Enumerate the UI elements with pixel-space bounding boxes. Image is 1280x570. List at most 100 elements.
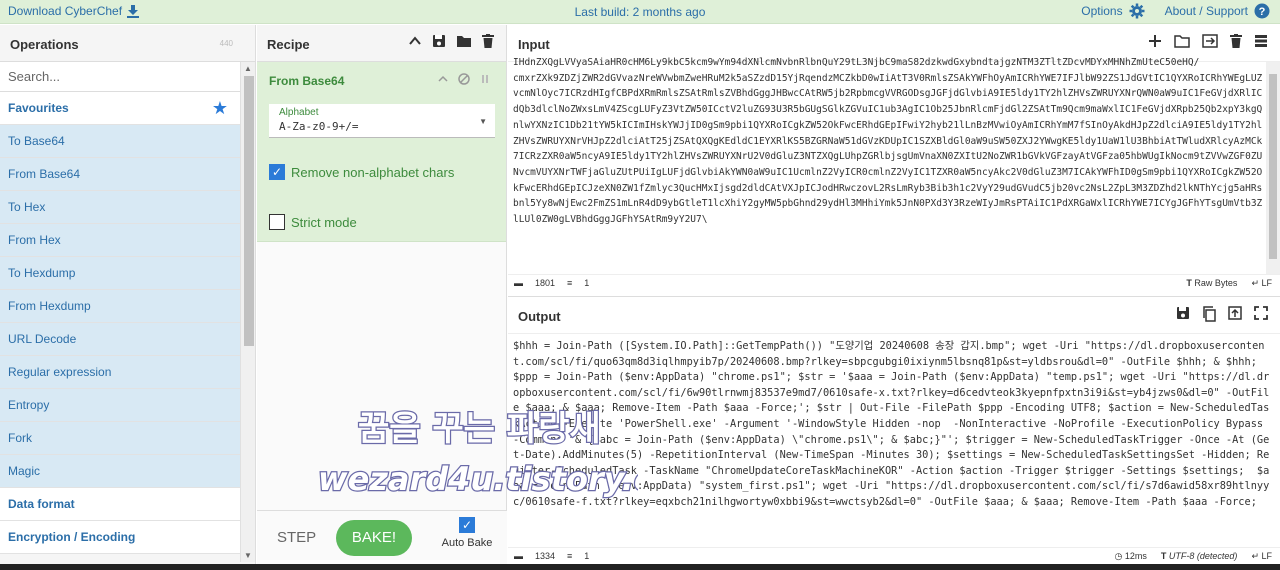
operation-item[interactable]: From Hexdump: [0, 290, 240, 323]
operation-item[interactable]: To Hexdump: [0, 257, 240, 290]
output-eol-label[interactable]: LF: [1261, 551, 1272, 561]
folder-icon[interactable]: [456, 34, 472, 48]
input-length: 1801: [535, 278, 556, 288]
operations-scrollbar[interactable]: ▲ ▼: [240, 62, 255, 562]
input-panel: Input IHdnZXQgLVVyaSAiaHR0cHM6Ly9kbC5kcm…: [508, 25, 1280, 293]
download-label[interactable]: Download CyberChef: [8, 4, 122, 18]
operation-label: Fork: [8, 431, 32, 445]
output-lines: 1: [584, 551, 590, 561]
operation-item[interactable]: From Base64: [0, 158, 240, 191]
collapse-icon[interactable]: [438, 73, 448, 88]
operation-label: From Hex: [8, 233, 61, 247]
reset-layout-icon[interactable]: [1254, 34, 1268, 51]
input-textarea[interactable]: IHdnZXQgLVVyaSAiaHR0cHM6Ly9kbC5kcm9wYm94…: [513, 55, 1265, 271]
maximize-icon[interactable]: [1254, 306, 1268, 325]
step-button[interactable]: STEP: [277, 529, 316, 546]
input-lines-icon: ≡: [567, 278, 573, 288]
auto-bake-toggle[interactable]: ✓ Auto Bake: [437, 517, 497, 549]
output-textarea[interactable]: $hhh = Join-Path ([System.IO.Path]::GetT…: [513, 339, 1273, 544]
auto-bake-checkbox-icon[interactable]: ✓: [459, 517, 475, 533]
category-item[interactable]: Encryption / Encoding: [0, 521, 240, 554]
save-output-icon[interactable]: [1176, 306, 1190, 325]
operation-label: To Hex: [8, 200, 46, 214]
replace-input-icon[interactable]: [1228, 306, 1242, 325]
add-tab-icon[interactable]: [1148, 34, 1162, 51]
input-eol-selector[interactable]: ↵ LF: [1251, 278, 1272, 289]
pause-icon[interactable]: [480, 73, 490, 88]
output-length-icon: ▬: [514, 551, 523, 561]
strict-mode-checkbox[interactable]: Strict mode: [269, 210, 494, 234]
operation-label: Regular expression: [8, 365, 112, 379]
input-scrollbar[interactable]: [1266, 62, 1280, 275]
alphabet-label: Alphabet: [279, 107, 319, 118]
operations-header: Operations 440: [0, 25, 255, 62]
options-label[interactable]: Options: [1081, 4, 1122, 18]
scroll-down-icon[interactable]: ▼: [244, 551, 252, 560]
recipe-panel: Recipe From Base64 Alphabet A-Za-z0-9+/=…: [257, 25, 507, 565]
operation-label: Favourites: [8, 101, 69, 115]
input-length-icon: ▬: [514, 278, 523, 288]
operation-label: URL Decode: [8, 332, 77, 346]
chevron-up-icon[interactable]: [408, 34, 422, 48]
alphabet-value[interactable]: A-Za-z0-9+/=: [279, 120, 485, 133]
operation-item[interactable]: Entropy: [0, 389, 240, 422]
output-encoding-label[interactable]: UTF-8 (detected): [1169, 551, 1238, 561]
chevron-down-icon[interactable]: ▼: [479, 117, 487, 126]
download-link[interactable]: Download CyberChef: [8, 4, 140, 18]
star-icon[interactable]: ★: [212, 92, 228, 125]
recipe-operation-from-base64[interactable]: From Base64 Alphabet A-Za-z0-9+/= ▼ ✓ Re…: [257, 62, 506, 242]
operation-item[interactable]: Fork: [0, 422, 240, 455]
disable-icon[interactable]: [458, 73, 470, 88]
input-title: Input: [518, 37, 550, 52]
operation-label: Data format: [8, 497, 75, 511]
open-file-icon[interactable]: [1202, 34, 1218, 51]
operation-label: From Base64: [8, 167, 81, 181]
input-lines: 1: [584, 278, 590, 288]
operation-item[interactable]: To Hex: [0, 191, 240, 224]
operation-item[interactable]: To Base64: [0, 125, 240, 158]
operation-label: Magic: [8, 464, 41, 478]
input-eol-label[interactable]: LF: [1261, 278, 1272, 288]
output-status-bar: ▬ 1334 ≡ 1 ◷ 12ms T UTF-8 (detected) ↵ L…: [508, 547, 1280, 565]
operation-item[interactable]: Regular expression: [0, 356, 240, 389]
operation-item[interactable]: Magic: [0, 455, 240, 488]
open-folder-icon[interactable]: [1174, 34, 1190, 51]
search-input[interactable]: Search...: [0, 62, 240, 92]
clear-input-icon[interactable]: [1230, 34, 1242, 51]
strict-mode-label: Strict mode: [291, 214, 357, 230]
favourites-category[interactable]: Favourites ★: [0, 92, 240, 125]
output-length: 1334: [535, 551, 556, 561]
output-header: Output: [508, 297, 1280, 334]
about-support-label[interactable]: About / Support: [1165, 4, 1248, 18]
remove-non-alpha-checkbox[interactable]: ✓ Remove non-alphabet chars: [269, 160, 494, 184]
raw-bytes-selector[interactable]: T Raw Bytes: [1186, 278, 1237, 289]
operation-item[interactable]: From Hex: [0, 224, 240, 257]
save-icon[interactable]: [432, 34, 446, 48]
help-icon[interactable]: ?: [1254, 3, 1270, 19]
recipe-title: Recipe: [267, 37, 310, 52]
raw-bytes-label[interactable]: Raw Bytes: [1194, 278, 1237, 288]
bake-button[interactable]: BAKE!: [336, 520, 412, 556]
scrollbar-thumb[interactable]: [244, 76, 254, 346]
gear-icon[interactable]: [1129, 3, 1145, 19]
category-item[interactable]: Data format: [0, 488, 240, 521]
svg-text:?: ?: [1259, 6, 1266, 18]
taskbar-strip: [0, 564, 1280, 570]
copy-icon[interactable]: [1202, 306, 1216, 325]
operation-label: To Hexdump: [8, 266, 76, 280]
checkbox-unchecked-icon[interactable]: [269, 214, 285, 230]
output-encoding-selector[interactable]: T UTF-8 (detected): [1161, 551, 1238, 562]
alphabet-select[interactable]: Alphabet A-Za-z0-9+/= ▼: [269, 104, 495, 138]
output-eol-selector[interactable]: ↵ LF: [1251, 551, 1272, 562]
checkbox-checked-icon[interactable]: ✓: [269, 164, 285, 180]
input-scrollbar-thumb[interactable]: [1269, 74, 1277, 259]
operation-item[interactable]: URL Decode: [0, 323, 240, 356]
output-panel: Output $hhh = Join-Path ([System.IO.Path…: [508, 296, 1280, 566]
scroll-up-icon[interactable]: ▲: [244, 64, 252, 73]
bake-bar: STEP BAKE! ✓ Auto Bake: [257, 510, 507, 565]
download-icon[interactable]: [126, 4, 140, 18]
trash-icon[interactable]: [482, 34, 494, 48]
bake-time-value: 12ms: [1124, 551, 1147, 561]
output-title: Output: [518, 309, 561, 324]
output-lines-icon: ≡: [567, 551, 573, 561]
